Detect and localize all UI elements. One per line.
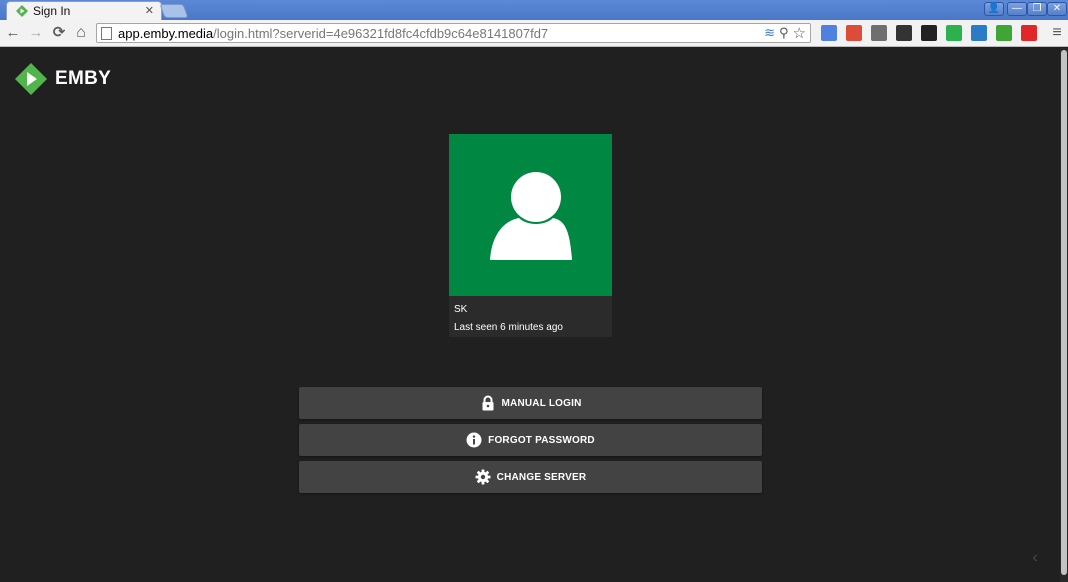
page-scrollbar[interactable] xyxy=(1060,48,1068,582)
chrome-apps-icon[interactable] xyxy=(846,25,862,41)
lock-icon xyxy=(482,395,493,411)
feather-icon[interactable] xyxy=(896,25,912,41)
manual-login-label: MANUAL LOGIN xyxy=(501,397,582,409)
user-last-seen: Last seen 6 minutes ago xyxy=(454,322,563,333)
home-button[interactable]: ⌂ xyxy=(72,24,90,42)
translate-icon[interactable] xyxy=(821,25,837,41)
keyboard-icon[interactable] xyxy=(871,25,887,41)
close-window-button[interactable]: ✕ xyxy=(1047,2,1067,16)
user-card-sk[interactable]: SK Last seen 6 minutes ago xyxy=(449,134,612,337)
emby-login-page: EMBY SK Last seen 6 minutes ago MANUAL L… xyxy=(0,48,1060,582)
change-server-label: CHANGE SERVER xyxy=(496,471,587,483)
emby-logo-icon xyxy=(15,63,47,95)
logo-text: EMBY xyxy=(55,68,112,89)
profile-button[interactable]: 👤 xyxy=(984,2,1004,16)
reader-icon[interactable]: ≋ xyxy=(764,25,775,41)
info-icon xyxy=(466,432,482,448)
chrome-menu-icon[interactable]: ≡ xyxy=(1048,24,1066,42)
forward-button[interactable]: → xyxy=(27,24,45,42)
download-icon[interactable] xyxy=(996,25,1012,41)
url-path: /login.html?serverid=4e96321fd8fc4cfdb9c… xyxy=(213,25,549,41)
chevron-left-icon[interactable]: ‹ xyxy=(1025,548,1045,568)
forgot-password-button[interactable]: FORGOT PASSWORD xyxy=(299,424,762,456)
new-tab-button[interactable] xyxy=(159,4,189,18)
tab-sign-in[interactable]: Sign In ✕ xyxy=(6,1,162,20)
user-avatar xyxy=(449,134,612,296)
change-server-button[interactable]: CHANGE SERVER xyxy=(299,461,762,493)
browser-title-bar: Sign In ✕ 👤 — ❐ ✕ xyxy=(0,0,1068,20)
tab-title: Sign In xyxy=(33,4,71,18)
address-bar[interactable]: app.emby.media /login.html?serverid=4e96… xyxy=(96,23,811,43)
minimize-button[interactable]: — xyxy=(1007,2,1027,16)
manual-login-button[interactable]: MANUAL LOGIN xyxy=(299,387,762,419)
url-host: app.emby.media xyxy=(118,25,214,41)
emby-favicon-icon xyxy=(16,5,28,17)
user-silhouette-icon xyxy=(490,172,572,260)
user-name: SK xyxy=(454,304,468,315)
restore-button[interactable]: ❐ xyxy=(1027,2,1047,16)
key-icon[interactable]: ⚲ xyxy=(779,25,789,41)
tab-close-icon[interactable]: ✕ xyxy=(145,5,154,17)
browser-toolbar: ← → ⟳ ⌂ app.emby.media /login.html?serve… xyxy=(0,20,1068,47)
forgot-password-label: FORGOT PASSWORD xyxy=(488,434,595,446)
page-icon xyxy=(101,26,112,40)
emby-logo[interactable]: EMBY xyxy=(14,62,111,96)
scrollbar-thumb[interactable] xyxy=(1061,50,1067,575)
buffer-icon[interactable] xyxy=(921,25,937,41)
feedly-icon[interactable] xyxy=(946,25,962,41)
s-icon[interactable] xyxy=(971,25,987,41)
bookmark-star-icon[interactable]: ☆ xyxy=(793,24,806,42)
reload-button[interactable]: ⟳ xyxy=(50,24,68,42)
gear-icon xyxy=(475,469,491,485)
back-button[interactable]: ← xyxy=(4,24,22,42)
flipboard-icon[interactable] xyxy=(1021,25,1037,41)
